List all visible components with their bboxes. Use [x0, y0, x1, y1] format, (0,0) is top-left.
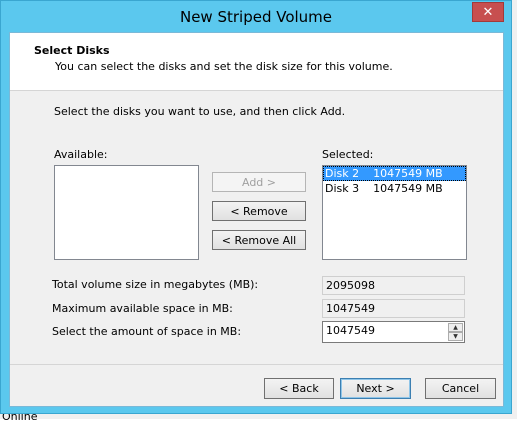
- add-button[interactable]: Add >: [212, 172, 306, 192]
- wizard-header: Select Disks You can select the disks an…: [10, 33, 503, 91]
- selected-label: Selected:: [322, 148, 374, 161]
- spin-up-button[interactable]: ▲: [448, 323, 463, 332]
- total-size-label: Total volume size in megabytes (MB):: [52, 278, 259, 291]
- back-button[interactable]: < Back: [264, 378, 334, 399]
- close-icon: ✕: [482, 4, 494, 20]
- footer-separator: [10, 364, 503, 365]
- selected-disk-item[interactable]: Disk 3 1047549 MB: [323, 181, 466, 196]
- available-disks-list[interactable]: [54, 165, 199, 260]
- new-striped-volume-dialog: New Striped Volume ✕ Select Disks You ca…: [0, 0, 512, 414]
- close-button[interactable]: ✕: [472, 2, 504, 22]
- page-subtitle: You can select the disks and set the dis…: [55, 60, 393, 73]
- remove-button[interactable]: < Remove: [212, 201, 306, 221]
- chevron-up-icon: ▲: [453, 324, 458, 331]
- amount-label: Select the amount of space in MB:: [52, 325, 242, 338]
- chevron-down-icon: ▼: [453, 333, 458, 340]
- amount-value: 1047549: [326, 324, 375, 337]
- disk-name: Disk 2: [325, 167, 360, 180]
- total-size-field: 2095098: [322, 276, 465, 295]
- cancel-button[interactable]: Cancel: [425, 378, 496, 399]
- remove-all-button[interactable]: < Remove All: [212, 230, 306, 250]
- window-title: New Striped Volume: [179, 8, 333, 26]
- selected-disk-item[interactable]: Disk 2 1047549 MB: [323, 166, 466, 181]
- spin-buttons: ▲ ▼: [448, 323, 463, 341]
- spin-down-button[interactable]: ▼: [448, 332, 463, 341]
- disk-size: 1047549 MB: [373, 167, 443, 180]
- page-title: Select Disks: [34, 44, 110, 57]
- instruction-text: Select the disks you want to use, and th…: [54, 105, 346, 118]
- disk-name: Disk 3: [325, 182, 360, 195]
- available-label: Available:: [54, 148, 108, 161]
- next-button[interactable]: Next >: [340, 378, 411, 399]
- max-space-field: 1047549: [322, 299, 465, 318]
- max-space-label: Maximum available space in MB:: [52, 302, 233, 315]
- selected-disks-list[interactable]: Disk 2 1047549 MB Disk 3 1047549 MB: [322, 165, 467, 260]
- title-bar[interactable]: New Striped Volume ✕: [1, 1, 511, 33]
- disk-size: 1047549 MB: [373, 182, 443, 195]
- amount-spinbox[interactable]: 1047549 ▲ ▼: [322, 321, 465, 343]
- dialog-client-area: Select Disks You can select the disks an…: [9, 32, 504, 407]
